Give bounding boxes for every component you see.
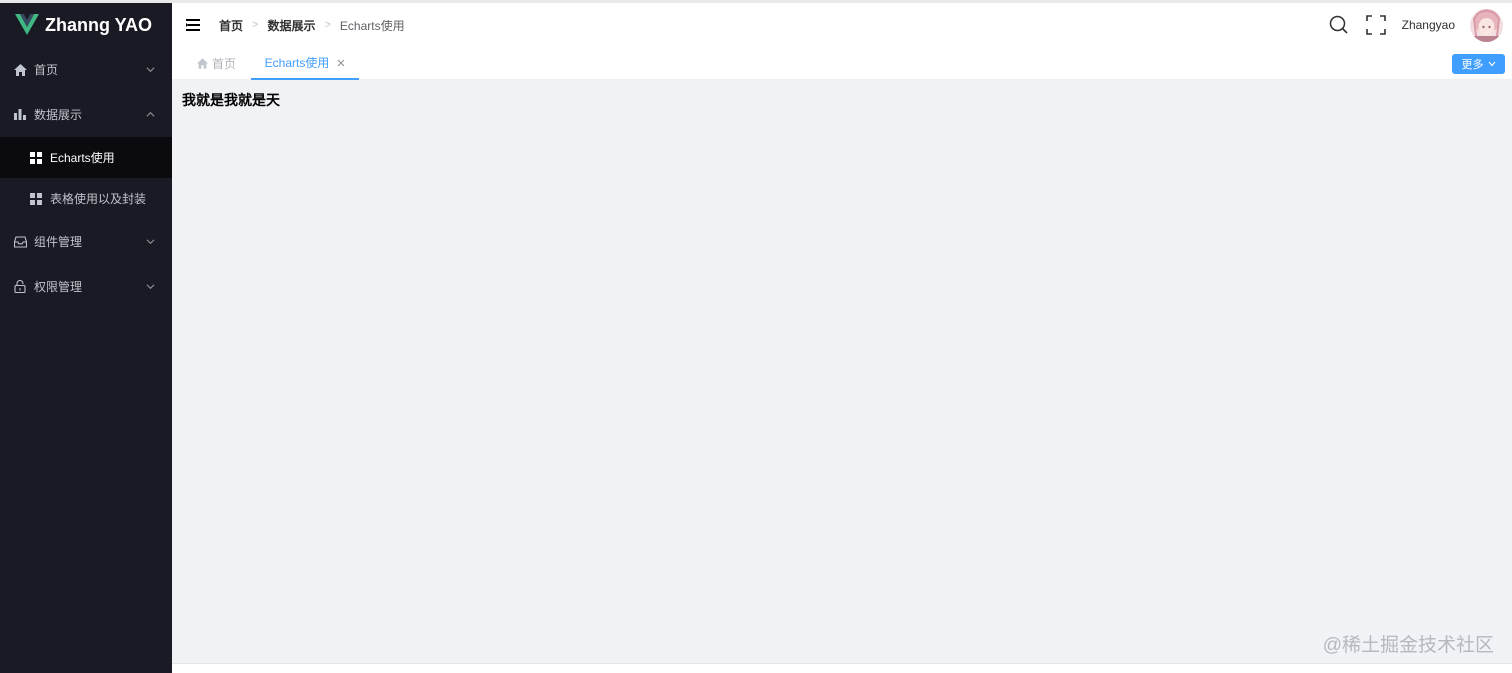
chevron-down-icon: [146, 66, 155, 72]
sidebar-subitem-echarts[interactable]: Echarts使用: [0, 137, 172, 178]
sidebar: Zhanng YAO 首页 数据展示 Echarts使用 表格使用以及封装 组件…: [0, 3, 172, 673]
tab-echarts[interactable]: Echarts使用: [251, 47, 359, 80]
more-button-label: 更多: [1461, 59, 1484, 71]
more-button[interactable]: 更多: [1452, 54, 1505, 74]
menu-toggle-icon[interactable]: [186, 18, 202, 32]
search-icon[interactable]: [1329, 15, 1349, 35]
breadcrumb-separator-icon: >: [252, 19, 259, 31]
grid-icon: [30, 151, 42, 164]
grid-icon: [30, 192, 42, 205]
page-content-text: 我就是我就是天: [182, 94, 280, 109]
sidebar-item-label: 首页: [34, 63, 59, 77]
footer: [172, 663, 1512, 673]
breadcrumb-separator-icon: >: [324, 19, 331, 31]
inbox-icon: [13, 235, 27, 249]
header: 首页 > 数据展示 > Echarts使用 Zhangyao: [172, 3, 1512, 47]
sidebar-item-home[interactable]: 首页: [0, 47, 172, 92]
chevron-down-icon: [1488, 61, 1495, 67]
avatar[interactable]: [1470, 8, 1503, 42]
tab-label: 首页: [212, 57, 237, 71]
logo-text: Zhanng YAO: [45, 14, 153, 35]
tab-label: Echarts使用: [264, 56, 330, 70]
breadcrumb-item[interactable]: 首页: [219, 17, 243, 34]
main-content: 我就是我就是天 @稀土掘金技术社区: [172, 80, 1512, 663]
home-icon: [13, 63, 27, 77]
sidebar-item-label: 权限管理: [34, 280, 83, 294]
breadcrumb: 首页 > 数据展示 > Echarts使用: [219, 17, 405, 34]
chevron-up-icon: [146, 111, 155, 117]
sidebar-item-data-display[interactable]: 数据展示: [0, 92, 172, 137]
vue-logo-icon: [15, 14, 39, 35]
close-icon[interactable]: [337, 59, 345, 67]
tab-home[interactable]: 首页: [197, 47, 236, 80]
sidebar-item-label: 组件管理: [34, 235, 83, 249]
sidebar-subitem-label: Echarts使用: [50, 151, 115, 165]
logo[interactable]: Zhanng YAO: [0, 3, 172, 47]
chevron-down-icon: [146, 238, 155, 244]
sidebar-item-components[interactable]: 组件管理: [0, 219, 172, 264]
sidebar-subitem-label: 表格使用以及封装: [50, 192, 147, 206]
breadcrumb-item[interactable]: 数据展示: [267, 17, 315, 34]
bar-chart-icon: [13, 108, 27, 122]
header-actions: Zhangyao: [1329, 3, 1512, 47]
sidebar-subitem-table[interactable]: 表格使用以及封装: [0, 178, 172, 219]
tags-view: 首页 Echarts使用 更多: [172, 47, 1512, 80]
home-icon: [197, 58, 208, 69]
chevron-down-icon: [146, 283, 155, 289]
lock-icon: [13, 280, 27, 294]
breadcrumb-item-current: Echarts使用: [339, 18, 405, 33]
username[interactable]: Zhangyao: [1402, 18, 1455, 32]
fullscreen-icon[interactable]: [1365, 15, 1386, 35]
sidebar-item-permissions[interactable]: 权限管理: [0, 264, 172, 309]
sidebar-item-label: 数据展示: [34, 108, 83, 122]
watermark: @稀土掘金技术社区: [1322, 635, 1494, 656]
